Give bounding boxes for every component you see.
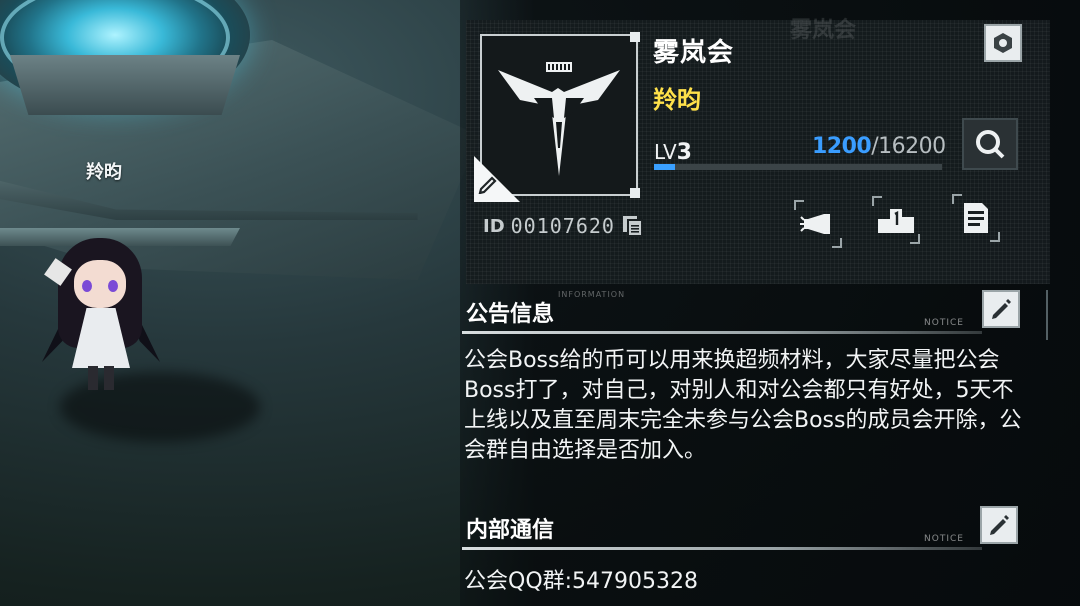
guild-leader-name: 羚昀 bbox=[653, 86, 701, 114]
edit-notice-button[interactable] bbox=[982, 290, 1020, 328]
guild-id-value: 00107620 bbox=[510, 214, 615, 238]
teleport-platform-base bbox=[10, 55, 240, 115]
exp-progress-bar bbox=[654, 164, 942, 170]
guild-id-label: ID bbox=[483, 215, 505, 237]
internal-title: 内部通信 bbox=[466, 518, 555, 543]
hexagon-nut-icon bbox=[994, 33, 1012, 53]
guild-name: 雾岚会 bbox=[653, 38, 735, 68]
notice-subtitle: INFORMATION bbox=[558, 290, 626, 299]
notice-divider bbox=[462, 331, 982, 334]
notice-tag: NOTICE bbox=[924, 318, 964, 328]
notice-section-header: INFORMATION 公告信息 NOTICE bbox=[462, 290, 1022, 334]
player-name-tag: 羚昀 bbox=[86, 162, 122, 183]
settings-button[interactable] bbox=[984, 24, 1022, 62]
notice-title: 公告信息 bbox=[466, 302, 555, 327]
internal-divider bbox=[462, 547, 982, 550]
ranking-button[interactable] bbox=[872, 196, 920, 244]
player-character[interactable] bbox=[40, 232, 260, 442]
exp-progress-fill bbox=[654, 164, 676, 170]
decor-line bbox=[1046, 290, 1048, 340]
guild-id-row: ID 00107620 bbox=[483, 214, 645, 238]
pencil-icon bbox=[990, 515, 1009, 535]
pencil-icon bbox=[992, 299, 1011, 319]
winged-emblem-icon bbox=[498, 62, 620, 176]
document-icon bbox=[964, 203, 988, 233]
guild-level: LV3 bbox=[654, 140, 692, 165]
copy-icon[interactable] bbox=[621, 214, 645, 238]
search-icon bbox=[976, 130, 1005, 159]
internal-section-header: 内部通信 NOTICE bbox=[462, 506, 1022, 550]
character-leg-left bbox=[88, 366, 98, 390]
internal-body: 公会QQ群:547905328 bbox=[464, 569, 699, 594]
character-eye-left bbox=[82, 280, 92, 292]
ghost-guild-title: 雾岚会 bbox=[790, 18, 857, 43]
guild-exp: 1200/16200 bbox=[812, 134, 946, 159]
internal-tag: NOTICE bbox=[924, 534, 964, 544]
character-eye-right bbox=[108, 280, 118, 292]
recruit-button[interactable] bbox=[794, 200, 842, 248]
search-button[interactable] bbox=[962, 118, 1018, 170]
podium-icon bbox=[878, 209, 914, 233]
megaphone-icon bbox=[800, 214, 830, 234]
character-leg-right bbox=[104, 366, 114, 390]
notice-body: 公会Boss给的币可以用来换超频材料，大家尽量把公会Boss打了，对自己，对别人… bbox=[464, 348, 1022, 463]
edit-internal-button[interactable] bbox=[980, 506, 1018, 544]
guild-log-button[interactable] bbox=[952, 194, 1000, 242]
